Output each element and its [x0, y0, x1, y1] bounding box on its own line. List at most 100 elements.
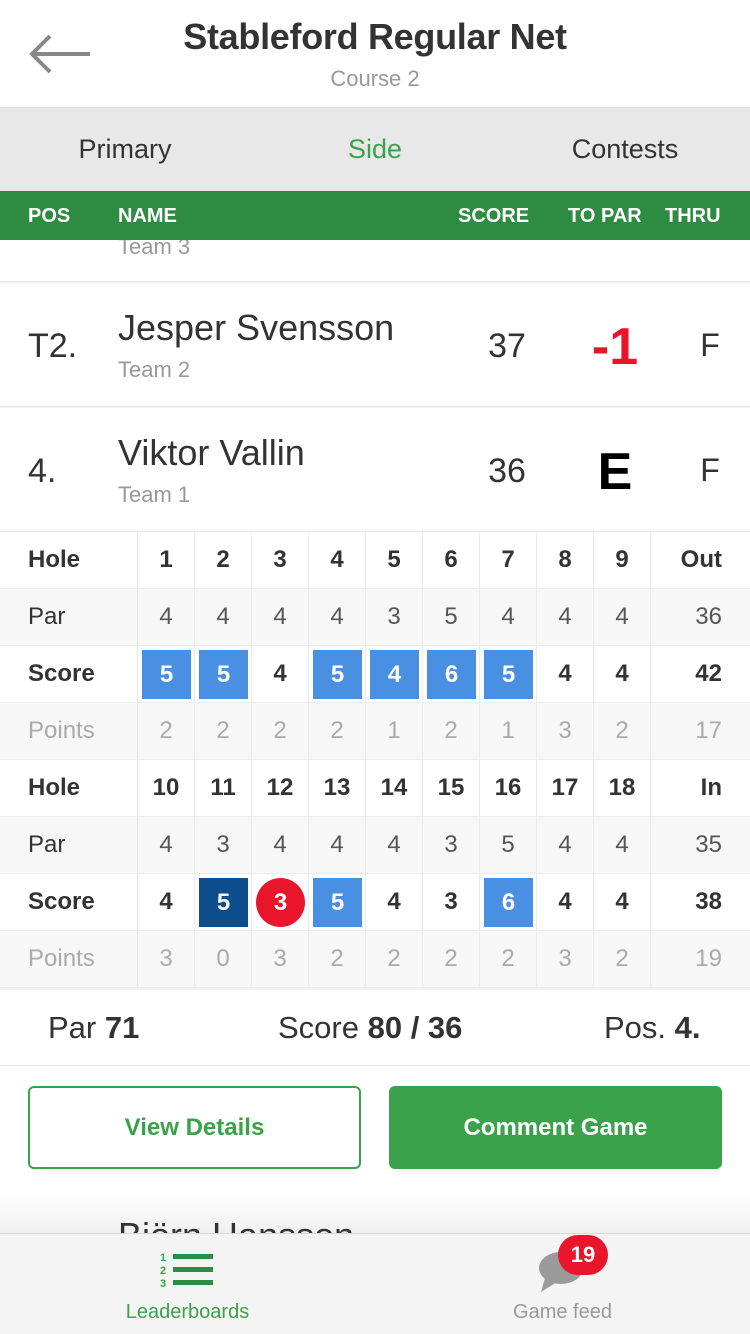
hole-number: 17 — [537, 760, 594, 816]
scorecard-points-row-front: Points 2 2 2 2 1 2 1 3 2 17 — [0, 703, 750, 760]
row-label: Par — [0, 817, 138, 873]
tab-contests[interactable]: Contests — [500, 108, 750, 191]
comment-game-button[interactable]: Comment Game — [389, 1086, 722, 1169]
par-value: 4 — [480, 589, 537, 645]
score-cell: 6 — [423, 646, 480, 702]
points-value: 2 — [252, 703, 309, 759]
tab-primary[interactable]: Primary — [0, 108, 250, 191]
bottom-navigation: 1 2 3 Leaderboards Game feed — [0, 1233, 750, 1334]
tab-side[interactable]: Side — [250, 108, 500, 191]
points-value: 2 — [594, 931, 651, 987]
points-value: 1 — [480, 703, 537, 759]
score-cell: 5 — [195, 874, 252, 930]
points-value: 3 — [138, 931, 195, 987]
round-summary: Par 71 Score 80 / 36 Pos. 4. — [0, 990, 750, 1066]
score-cell: 5 — [309, 646, 366, 702]
scorecard-score-row-back: Score 4 5 3 5 4 3 6 4 4 38 — [0, 874, 750, 931]
hole-number: 4 — [309, 532, 366, 588]
leaderboard-list-icon: 1 2 3 — [160, 1250, 216, 1295]
par-value: 4 — [537, 589, 594, 645]
score-bogey-marker: 5 — [142, 650, 191, 699]
column-name: NAME — [118, 205, 177, 227]
row-label: Hole — [0, 532, 138, 588]
player-name: Björn Hansson — [118, 1215, 354, 1233]
score-cell: 3 — [423, 874, 480, 930]
player-team: Team 1 — [118, 482, 191, 507]
score-bogey-marker: 5 — [199, 650, 248, 699]
par-value: 4 — [594, 589, 651, 645]
hole-number: 15 — [423, 760, 480, 816]
par-total: 35 — [695, 831, 722, 858]
svg-text:3: 3 — [160, 1278, 166, 1290]
par-value: 4 — [309, 817, 366, 873]
view-details-button[interactable]: View Details — [28, 1086, 361, 1169]
row-label: Score — [0, 874, 138, 930]
summary-pos-label: Pos. — [604, 1010, 667, 1045]
row-label: Hole — [0, 760, 138, 816]
hole-number: 16 — [480, 760, 537, 816]
points-value: 1 — [366, 703, 423, 759]
par-value: 4 — [252, 589, 309, 645]
scorecard: Hole 1 2 3 4 5 6 7 8 9 Out Par 4 4 4 4 3… — [0, 532, 750, 988]
leaderboard-list[interactable]: Team 3 T2. Jesper Svensson Team 2 37 -1 … — [0, 240, 750, 1233]
player-thru: F — [700, 452, 720, 488]
score-cell: 3 — [252, 874, 309, 930]
page-subtitle: Course 2 — [330, 66, 420, 91]
summary-score-value: 80 / 36 — [367, 1010, 463, 1045]
score-cell: 5 — [309, 874, 366, 930]
hole-number: 1 — [138, 532, 195, 588]
scorecard-score-row-front: Score 5 5 4 5 4 6 5 4 4 42 — [0, 646, 750, 703]
summary-pos-value: 4. — [674, 1010, 701, 1045]
points-value: 3 — [252, 931, 309, 987]
column-thru: THRU — [665, 205, 721, 227]
score-bogey-marker: 5 — [313, 650, 362, 699]
svg-text:1: 1 — [160, 1252, 166, 1264]
score-cell: 4 — [537, 874, 594, 930]
par-value: 3 — [423, 817, 480, 873]
nav-leaderboards-label: Leaderboards — [125, 1301, 250, 1323]
leaderboard-row-next[interactable]: Björn Hansson — [0, 1191, 750, 1233]
leaderboard-row-expanded[interactable]: 4. Viktor Vallin Team 1 36 E F — [0, 408, 750, 532]
row-label: Par — [0, 589, 138, 645]
player-name: Viktor Vallin — [118, 432, 305, 473]
app-header: Stableford Regular Net Course 2 — [0, 0, 750, 108]
par-value: 5 — [480, 817, 537, 873]
leaderboard-column-header: POS NAME SCORE TO PAR THRU — [0, 191, 750, 240]
hole-total-label: Out — [680, 546, 722, 573]
par-value: 3 — [195, 817, 252, 873]
summary-par-label: Par — [48, 1010, 97, 1045]
leaderboard-row[interactable]: T2. Jesper Svensson Team 2 37 -1 F — [0, 283, 750, 407]
leaderboard-row-partial[interactable]: Team 3 — [0, 240, 750, 282]
scorecard-hole-row-back: Hole 10 11 12 13 14 15 16 17 18 In — [0, 760, 750, 817]
player-position: 4. — [28, 452, 57, 490]
nav-leaderboards[interactable]: 1 2 3 Leaderboards — [0, 1234, 375, 1334]
score-total: 38 — [695, 888, 722, 915]
points-value: 3 — [537, 931, 594, 987]
score-total: 42 — [695, 660, 722, 687]
summary-score-label: Score — [278, 1010, 359, 1045]
hole-number: 18 — [594, 760, 651, 816]
score-cell: 5 — [195, 646, 252, 702]
par-value: 3 — [366, 589, 423, 645]
hole-number: 12 — [252, 760, 309, 816]
hole-number: 10 — [138, 760, 195, 816]
score-double-bogey-marker: 5 — [199, 878, 248, 927]
score-bogey-marker: 6 — [427, 650, 476, 699]
score-bogey-marker: 4 — [370, 650, 419, 699]
points-value: 2 — [423, 703, 480, 759]
summary-par: Par 71 — [48, 1010, 139, 1046]
player-team: Team 2 — [118, 357, 191, 382]
leaderboard-tabs: Primary Side Contests — [0, 108, 750, 191]
scorecard-hole-row-front: Hole 1 2 3 4 5 6 7 8 9 Out — [0, 532, 750, 589]
row-label: Points — [0, 703, 138, 759]
notification-badge: 19 — [558, 1235, 608, 1275]
hole-number: 13 — [309, 760, 366, 816]
par-value: 4 — [537, 817, 594, 873]
hole-number: 11 — [195, 760, 252, 816]
points-total: 17 — [695, 717, 722, 744]
scorecard-par-row-back: Par 4 3 4 4 4 3 5 4 4 35 — [0, 817, 750, 874]
summary-score: Score 80 / 36 — [278, 1010, 462, 1046]
hole-number: 9 — [594, 532, 651, 588]
points-value: 2 — [594, 703, 651, 759]
score-cell: 5 — [138, 646, 195, 702]
